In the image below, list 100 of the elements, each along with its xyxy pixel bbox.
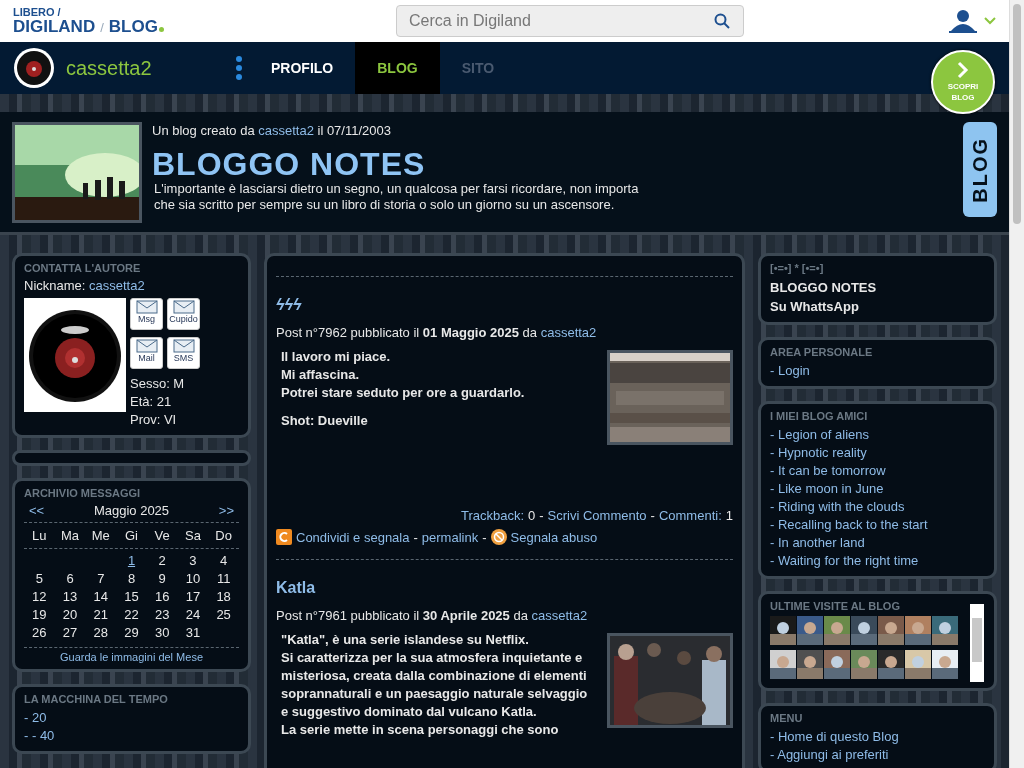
post-title[interactable]: Katla bbox=[276, 578, 733, 598]
panel-heading: CONTATTA L'AUTORE bbox=[24, 262, 142, 274]
blog-link[interactable]: - Hypnotic reality bbox=[770, 445, 867, 460]
calendar-day: 6 bbox=[54, 570, 86, 588]
blog-link[interactable]: - In another land bbox=[770, 535, 865, 550]
separator-text: - bbox=[413, 529, 418, 545]
nav-tab[interactable]: BLOG bbox=[355, 42, 440, 94]
calendar-day: 11 bbox=[208, 570, 239, 588]
kebab-menu-icon[interactable] bbox=[236, 56, 242, 80]
post-title[interactable]: ϟϟϟ bbox=[276, 295, 733, 315]
separator-text: - bbox=[482, 529, 487, 545]
share-icon[interactable] bbox=[276, 529, 292, 545]
envelope-icon bbox=[135, 339, 158, 353]
blog-link[interactable]: - Legion of aliens bbox=[770, 427, 869, 442]
calendar-day: 12 bbox=[24, 588, 55, 606]
calendar-day: 26 bbox=[24, 624, 55, 642]
share-link[interactable]: Condividi e segnala bbox=[296, 529, 410, 545]
blog-title[interactable]: BLOGGO NOTES bbox=[152, 147, 654, 181]
calendar-day: 10 bbox=[177, 570, 209, 588]
post-meta: Post n°7961 pubblicato il 30 Aprile 2025 da cassetta2 bbox=[276, 608, 589, 623]
calendar-day: 14 bbox=[85, 588, 117, 606]
user-name[interactable]: cassetta2 bbox=[66, 56, 236, 80]
author-link[interactable]: cassetta2 bbox=[531, 608, 588, 623]
archive-link[interactable]: - 20 bbox=[24, 710, 47, 725]
calendar-day: 30 bbox=[146, 624, 178, 642]
logo-separator: / bbox=[100, 21, 104, 34]
separator-text: - bbox=[650, 508, 655, 523]
menu-link[interactable]: - Aggiungi ai preferiti bbox=[770, 747, 889, 762]
calendar-day: 24 bbox=[177, 606, 209, 624]
weekday-label: Ma bbox=[60, 528, 81, 543]
write-comment-link[interactable]: Scrivi Commento bbox=[547, 508, 647, 523]
weekday-label: Me bbox=[90, 528, 111, 543]
calendar-day: 7 bbox=[85, 570, 117, 588]
avatar-icon[interactable] bbox=[13, 47, 55, 89]
calendar-day: 25 bbox=[208, 606, 239, 624]
calendar-day: 20 bbox=[54, 606, 86, 624]
previous-month-link[interactable]: << bbox=[29, 503, 45, 518]
logo-text[interactable]: BLOG bbox=[108, 18, 158, 35]
comments-link[interactable]: Commenti: bbox=[658, 508, 722, 523]
calendar-day: 29 bbox=[116, 624, 147, 642]
panel-text: BLOGGO NOTES bbox=[770, 279, 878, 297]
blog-link[interactable]: - Riding with the clouds bbox=[770, 499, 905, 514]
day-link[interactable]: 1 bbox=[116, 552, 147, 570]
profile-info: Età: 21 bbox=[130, 393, 173, 411]
calendar-day: 15 bbox=[116, 588, 147, 606]
search-icon[interactable] bbox=[714, 13, 730, 29]
user-icon[interactable] bbox=[948, 9, 978, 33]
scrollbar[interactable] bbox=[1009, 0, 1024, 768]
month-images-link[interactable]: Guarda le immagini del Mese bbox=[59, 651, 204, 663]
panel-heading: ULTIME VISITE AL BLOG bbox=[770, 600, 901, 612]
comments-count: 1 bbox=[725, 508, 733, 523]
calendar-day: 22 bbox=[116, 606, 147, 624]
search-field[interactable]: Cerca in Digiland bbox=[396, 5, 744, 37]
blog-link[interactable]: - Recalling back to the start bbox=[770, 517, 928, 532]
calendar-day: 2 bbox=[146, 552, 178, 570]
nickname-link[interactable]: cassetta2 bbox=[89, 278, 145, 293]
blog-link[interactable]: - Like moon in June bbox=[770, 481, 884, 496]
next-month-link[interactable]: >> bbox=[218, 503, 234, 518]
profile-info: Sesso: M bbox=[130, 375, 186, 393]
contact-button[interactable]: Msg bbox=[130, 298, 163, 330]
blog-link[interactable]: - Waiting for the right time bbox=[770, 553, 919, 568]
contact-button[interactable]: Cupido bbox=[167, 298, 200, 330]
panel-heading: [•=•] * [•=•] bbox=[770, 262, 825, 274]
avatar-icon bbox=[24, 298, 126, 412]
profile-info: Prov: VI bbox=[130, 411, 178, 429]
logo-text[interactable]: DIGILAND bbox=[13, 18, 96, 35]
scrollbar[interactable] bbox=[970, 604, 984, 682]
calendar-day: 18 bbox=[208, 588, 239, 606]
month-title: Maggio 2025 bbox=[93, 503, 170, 518]
contact-button[interactable]: SMS bbox=[167, 337, 200, 369]
menu-link[interactable]: - Home di questo Blog bbox=[770, 729, 899, 744]
warning-icon[interactable] bbox=[490, 529, 507, 545]
calendar-day: 17 bbox=[177, 588, 209, 606]
login-link[interactable]: - Login bbox=[770, 363, 810, 378]
calendar-day: 21 bbox=[85, 606, 117, 624]
report-abuse-link[interactable]: Segnala abuso bbox=[510, 529, 598, 545]
nickname-label: Nickname: bbox=[24, 278, 86, 293]
calendar-day: 3 bbox=[177, 552, 209, 570]
blog-link[interactable]: - It can be tomorrow bbox=[770, 463, 886, 478]
trackback-count: 0 bbox=[528, 508, 536, 523]
calendar-day: 27 bbox=[54, 624, 86, 642]
blog-side-tab[interactable]: BLOG bbox=[963, 122, 997, 217]
author-link[interactable]: cassetta2 bbox=[540, 325, 597, 340]
panel-text: Su WhattsApp bbox=[770, 298, 860, 316]
trackback-link[interactable]: Trackback: bbox=[460, 508, 524, 523]
archive-link[interactable]: - - 40 bbox=[24, 728, 55, 743]
nav-tab[interactable]: PROFILO bbox=[265, 42, 356, 94]
post-meta: Post n°7962 pubblicato il 01 Maggio 2025 da cassetta2 bbox=[276, 325, 598, 340]
weekday-label: Do bbox=[214, 528, 233, 543]
logo-text[interactable]: LIBERO / bbox=[13, 7, 396, 18]
post-paragraph: Shot: Dueville bbox=[281, 412, 369, 430]
contact-button[interactable]: Mail bbox=[130, 337, 163, 369]
calendar-day: 9 bbox=[146, 570, 178, 588]
author-link[interactable]: cassetta2 bbox=[258, 123, 314, 138]
envelope-icon bbox=[135, 300, 158, 314]
calendar-day: 16 bbox=[146, 588, 178, 606]
weekday-label: Gi bbox=[124, 528, 139, 543]
blog-created-text: Un blog creato da cassetta2 il 07/11/2003 bbox=[152, 123, 392, 138]
calendar-day: 4 bbox=[208, 552, 239, 570]
permalink-link[interactable]: permalink bbox=[421, 529, 479, 545]
